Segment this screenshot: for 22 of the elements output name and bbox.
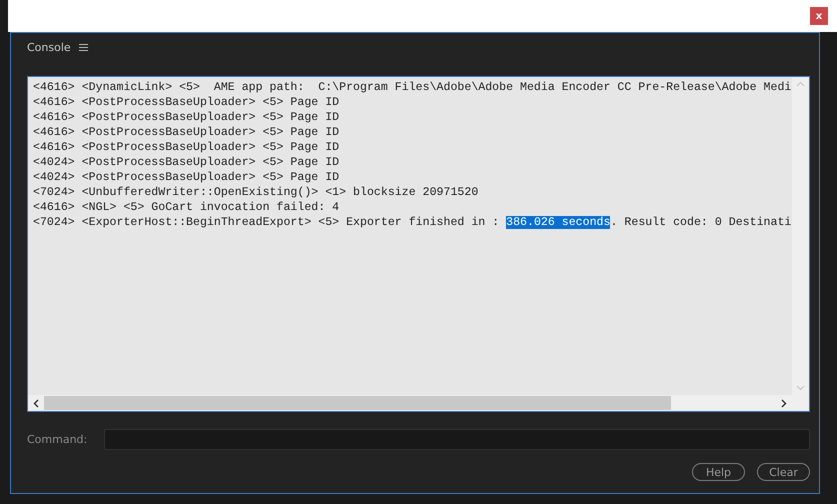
log-line: <4616> <PostProcessBaseUploader> <5> Page ID [33,95,340,110]
close-button[interactable]: x [810,7,828,25]
log-line: <4616> <PostProcessBaseUploader> <5> Page ID [33,110,340,125]
log-line: <4616> <NGL> <5> GoCart invocation failed: 4 [33,200,340,215]
command-label: Command: [27,433,88,446]
scroll-up-icon[interactable] [796,81,805,87]
log-line: <4616> <PostProcessBaseUploader> <5> Page ID [33,140,340,155]
menu-icon[interactable] [78,44,88,50]
log-line: <4616> <PostProcessBaseUploader> <5> Page ID [33,125,340,140]
dialog-button[interactable]: Help [692,463,745,481]
scroll-down-icon[interactable] [796,385,805,391]
log-line: <4616> <DynamicLink> <5> AME app path: C:\Program Files\Adobe\Adobe Media Encoder CC Pre-Release\Adobe Medi [33,80,792,95]
panel-title: Console [27,40,71,54]
log-line: <4024> <PostProcessBaseUploader> <5> Page ID [33,155,340,170]
log-line: <4024> <PostProcessBaseUploader> <5> Page ID [33,170,340,185]
log-line: <7024> <UnbufferedWriter::OpenExisting()> <1> blocksize 20971520 [33,185,478,200]
scroll-left-icon[interactable] [33,398,39,408]
scrollbar-thumb[interactable] [44,396,671,410]
scroll-right-icon[interactable] [781,398,787,408]
log-line: <7024> <ExporterHost::BeginThreadExport> <5> Exporter finished in : 386.026 seconds. Result code: 0 Destinati [33,215,792,230]
command-field[interactable] [104,429,810,450]
dialog-button[interactable]: Clear [757,463,810,481]
